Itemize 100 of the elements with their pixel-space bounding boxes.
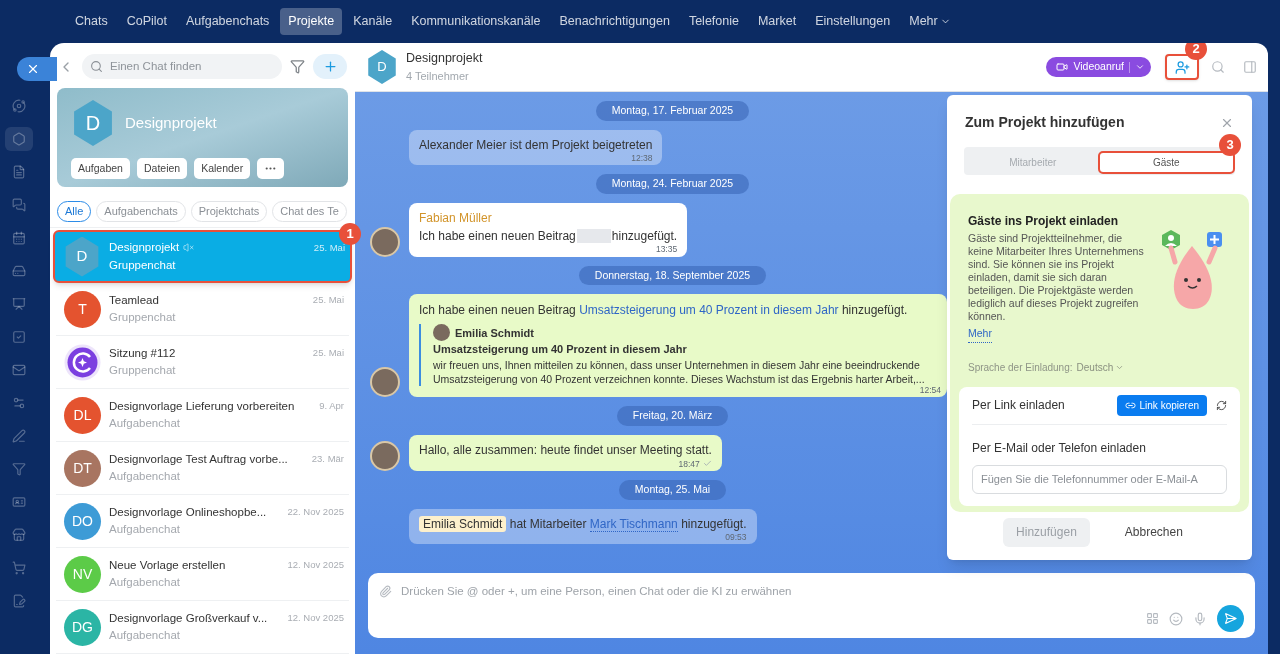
chat-subtitle: Aufgabenchat — [109, 416, 181, 431]
apps-icon[interactable] — [1146, 612, 1159, 625]
microphone-icon[interactable] — [1193, 611, 1207, 626]
video-call-button[interactable]: Videoanruf — [1046, 57, 1151, 77]
date-pill: Montag, 17. Februar 2025 — [595, 101, 750, 121]
send-button[interactable] — [1217, 605, 1244, 632]
chat-title: Designprojekt — [406, 50, 483, 68]
quote-title: Umsatzsteigerung um 40 Prozent in diesem Jahr — [433, 342, 688, 358]
panel-icon[interactable] — [1243, 60, 1257, 74]
camera-icon — [1056, 61, 1069, 73]
more-button[interactable] — [257, 158, 285, 179]
language-label: Sprache der Einladung: — [968, 360, 1073, 375]
chat-title: Neue Vorlage erstellen — [109, 557, 226, 573]
nav-tab[interactable]: Market — [749, 8, 805, 35]
hexagon-avatar: D — [63, 236, 101, 277]
chat-date: 25. Mai — [312, 293, 344, 308]
dialog-button[interactable]: Abbrechen — [1111, 517, 1196, 547]
rail-app-icon[interactable] — [12, 429, 26, 443]
search-field[interactable]: Einen Chat finden — [82, 54, 282, 79]
date-pill: Donnerstag, 18. September 2025 — [578, 265, 767, 286]
chat-list-item[interactable]: NV Neue Vorlage erstellen 12. Nov 2025 Aufgabenchat — [56, 548, 349, 601]
chat-list-item[interactable]: T Teamlead 25. Mai Gruppenchat — [56, 283, 349, 336]
chat-title: Designprojekt — [109, 240, 180, 256]
chat-date: 12. Nov 2025 — [287, 611, 344, 626]
message-text: Ich habe einen neuen Beitrag Umsatzsteigerung um 40 Prozent in diesem Jahr hinzugefügt. — [419, 302, 909, 320]
chat-date: 9. Apr — [319, 399, 344, 414]
nav-tab[interactable]: Projekte — [280, 8, 343, 35]
avatar: NV — [64, 555, 101, 593]
more-link[interactable]: Mehr — [968, 326, 992, 343]
add-person-icon — [1174, 59, 1190, 75]
nav-tab[interactable]: Telefonie — [680, 8, 747, 35]
rail-app-icon[interactable] — [12, 165, 26, 179]
date-pill: Montag, 25. Mai — [618, 480, 727, 500]
filter-icon[interactable] — [290, 59, 305, 74]
chat-date: 12. Nov 2025 — [287, 558, 344, 573]
invite-label: Per E-Mail oder Telefon einladen — [972, 439, 1147, 457]
rail-app-icon[interactable] — [12, 132, 26, 146]
chat-date: 23. Mär — [311, 452, 344, 467]
message-text: Hallo, alle zusammen: heute findet unser Meeting statt. — [419, 442, 712, 459]
chat-title: Teamlead — [109, 292, 159, 308]
rail-app-icon[interactable] — [12, 231, 26, 245]
quote-text: wir freuen uns, Ihnen mitteilen zu können, dass unser Unternehmen in diesem Jahr eine beeindruckende Umsatzsteigerung von 40 Prozent verzeichnen konnte. Dieses Wachstum ist das Ergebnis harter Arbeit,... — [433, 357, 926, 386]
chat-list-item[interactable]: DT Designvorlage Test Auftrag vorbe... 23. Mär Aufgabenchat — [56, 442, 349, 495]
project-action-button[interactable]: Dateien — [136, 158, 188, 179]
nav-tab[interactable]: CoPilot — [118, 8, 175, 35]
rail-app-icon[interactable] — [12, 495, 26, 509]
message-input-field[interactable]: Drücken Sie @ oder +, um eine Person, einen Chat oder die KI zu erwähnen — [401, 583, 1244, 601]
emoji-icon[interactable] — [1169, 611, 1183, 626]
nav-tab[interactable]: Benachrichtigungen — [551, 8, 678, 35]
nav-tab[interactable]: Einstellungen — [807, 8, 899, 35]
chat-title: Sitzung #112 — [109, 345, 176, 361]
chat-list-item[interactable]: DG Designvorlage Großverkauf v... 12. Nov 2025 Aufgabenchat — [56, 601, 349, 654]
refresh-icon[interactable] — [1216, 399, 1227, 411]
hexagon-avatar: D — [366, 50, 398, 84]
contact-input-field[interactable]: Fügen Sie die Telefonnummer oder E-Mail-A — [972, 464, 1227, 494]
post-link[interactable]: Umsatzsteigerung um 40 Prozent in diesem Jahr — [579, 303, 839, 318]
rail-app-icon[interactable] — [12, 594, 26, 608]
message-composer[interactable]: Drücken Sie @ oder +, um eine Person, einen Chat oder die KI zu erwähnen — [368, 573, 1255, 638]
user-avatar — [370, 441, 400, 471]
close-button[interactable] — [17, 57, 57, 81]
chat-list-item[interactable]: Sitzung #112 25. Mai Gruppenchat — [56, 336, 349, 389]
project-action-button[interactable]: Kalender — [194, 158, 251, 179]
chat-title: Designvorlage Großverkauf v... — [109, 610, 268, 626]
rail-app-icon[interactable] — [12, 198, 26, 212]
copy-link-button[interactable]: Link kopieren — [1116, 394, 1207, 416]
chat-subtitle: Aufgabenchat — [109, 469, 181, 484]
nav-tab[interactable]: Kommunikationskanäle — [403, 8, 549, 35]
rail-app-icon[interactable] — [12, 330, 26, 344]
chat-title: Designvorlage Onlineshopbe... — [109, 504, 267, 520]
project-action-button[interactable]: Aufgaben — [71, 158, 130, 179]
nav-tab[interactable]: Aufgabenchats — [177, 8, 278, 35]
attach-icon[interactable] — [379, 585, 392, 599]
rail-app-icon[interactable] — [12, 297, 26, 311]
user-avatar — [370, 367, 400, 398]
chat-subtitle: Aufgabenchat — [109, 522, 181, 537]
nav-tab[interactable]: Chats — [67, 8, 116, 35]
nav-tab[interactable]: Kanäle — [345, 8, 401, 35]
avatar: DL — [64, 396, 101, 434]
add-chat-button[interactable] — [313, 54, 347, 79]
segment-tab[interactable]: Gäste — [1099, 153, 1233, 172]
rail-app-icon[interactable] — [12, 462, 26, 476]
chat-list-item[interactable]: DL Designvorlage Lieferung vorbereiten 9. Apr Aufgabenchat — [56, 389, 349, 442]
chat-date: 22. Nov 2025 — [287, 505, 344, 520]
message-text: hinzugefügt. — [611, 228, 678, 245]
chat-list-item[interactable]: DO Designvorlage Onlineshopbe... 22. Nov 2025 Aufgabenchat — [56, 495, 349, 548]
rail-app-icon[interactable] — [12, 99, 26, 113]
search-input[interactable]: Einen Chat finden — [110, 57, 274, 76]
search-icon[interactable] — [1211, 60, 1225, 74]
message-text: Ich habe einen neuen Beitrag — [419, 228, 576, 245]
rail-app-icon[interactable] — [12, 363, 26, 377]
chat-date: 25. Mai — [312, 346, 344, 361]
mention-chip[interactable]: Emilia Schmidt — [419, 515, 507, 532]
more-menu[interactable]: Mehr — [901, 8, 959, 35]
avatar: DT — [64, 449, 101, 487]
rail-app-icon[interactable] — [12, 264, 26, 278]
rail-app-icon[interactable] — [12, 396, 26, 410]
rail-app-icon[interactable] — [12, 528, 26, 542]
close-icon — [26, 62, 40, 76]
panel-description: Gäste sind Projektteilnehmer, die keine Mitarbeiter Ihres Unternehmens sind. Sie können sie ins Projekt einladen, damit sie sich daran beteiligen. Die Projektgäste werden lediglich auf dieses Projekt zugreifen können. — [968, 232, 1145, 323]
rail-app-icon[interactable] — [12, 561, 26, 575]
